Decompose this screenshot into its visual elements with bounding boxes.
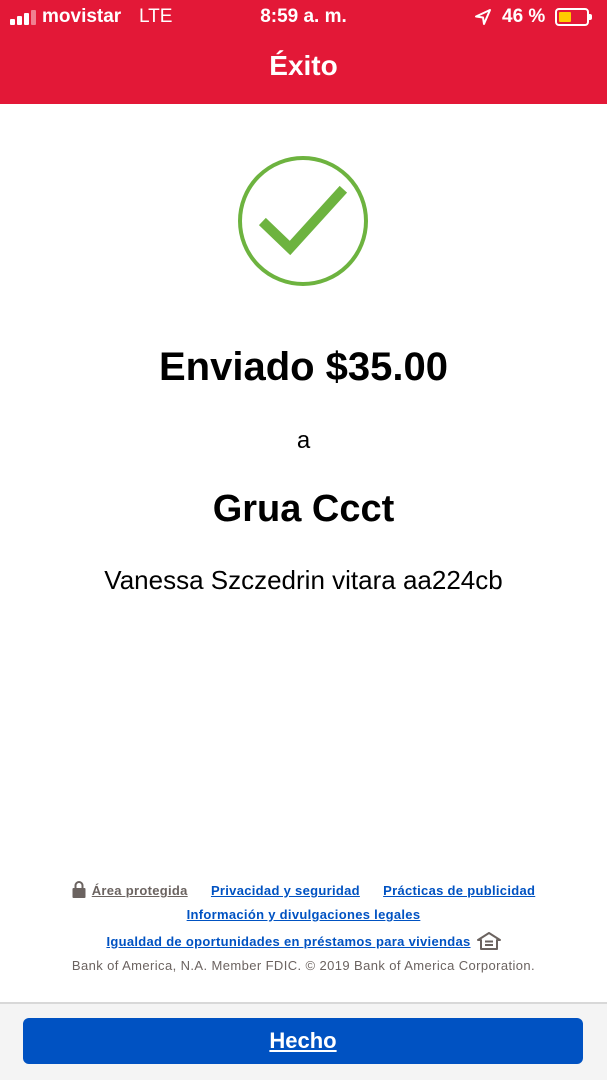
privacy-security-link[interactable]: Privacidad y seguridad [211,883,360,898]
equal-housing-link[interactable]: Igualdad de oportunidades en préstamos p… [106,934,470,949]
to-label: a [296,427,311,454]
footer-links-row: Igualdad de oportunidades en préstamos p… [0,932,607,951]
check-circle-icon [238,156,368,286]
battery-percentage: 46 % [502,6,546,27]
footer-links-row: Información y divulgaciones legales [0,906,607,924]
advertising-practices-link[interactable]: Prácticas de publicidad [383,883,535,898]
battery-level-fill [559,12,571,22]
recipient-name: Grua Ccct [212,488,395,530]
header-bar: movistar LTE 8:59 a. m. 46 % Éxito [0,0,607,104]
success-screen: movistar LTE 8:59 a. m. 46 % Éxito Envia… [0,0,607,1080]
battery-icon [555,8,592,26]
sent-amount: Enviado $35.00 [158,345,449,389]
equal-housing-icon [476,932,501,950]
legal-disclaimer: Bank of America, N.A. Member FDIC. © 201… [71,958,536,973]
status-bar: movistar LTE 8:59 a. m. 46 % [0,0,607,34]
footer-links-row: Área protegida Privacidad y seguridad Pr… [0,880,607,900]
location-icon [475,9,491,25]
done-button[interactable]: Hecho [23,1018,583,1064]
secure-area-link[interactable]: Área protegida [92,883,188,898]
lock-icon [72,881,86,898]
page-title: Éxito [269,50,338,81]
transfer-memo: Vanessa Szczedrin vitara aa224cb [104,565,503,595]
legal-info-link[interactable]: Información y divulgaciones legales [187,907,421,922]
